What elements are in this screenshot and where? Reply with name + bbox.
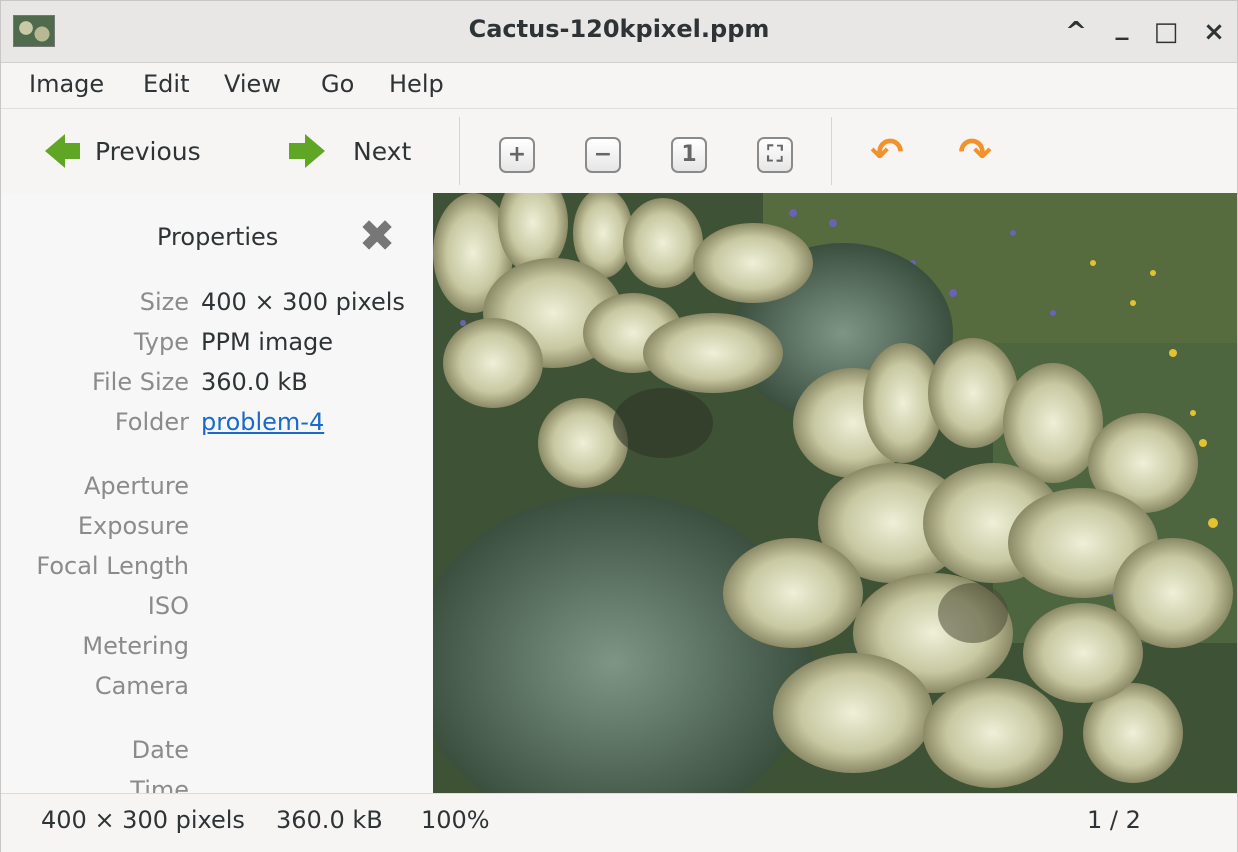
close-window-button[interactable]: × <box>1199 15 1229 49</box>
rotate-right-button[interactable]: ↷ <box>953 129 997 177</box>
minimize-button[interactable]: _ <box>1107 9 1137 43</box>
eog-window: Cactus-120kpixel.ppm ^ _ □ × Image Edit … <box>0 0 1238 852</box>
zoom-in-button[interactable]: + <box>499 137 535 173</box>
menu-help[interactable]: Help <box>385 70 448 98</box>
prop-filesize-value: 360.0 kB <box>201 368 308 396</box>
exif-metering-label: Metering <box>82 632 189 660</box>
exif-camera-label: Camera <box>94 672 189 700</box>
arrow-right-icon <box>289 134 325 168</box>
previous-button[interactable]: Previous <box>45 121 201 181</box>
toolbar: Previous Next + − 1 ⛶ ↶ ↷ <box>1 109 1237 193</box>
maximize-button[interactable]: □ <box>1151 15 1181 49</box>
exif-exposure-label: Exposure <box>77 512 189 540</box>
previous-label: Previous <box>95 136 201 166</box>
next-label: Next <box>353 136 412 166</box>
shade-button[interactable]: ^ <box>1061 15 1091 49</box>
sidebar-title: Properties <box>157 223 279 251</box>
menu-bar: Image Edit View Go Help <box>1 63 1237 109</box>
time-label: Time <box>130 776 189 793</box>
status-filesize: 360.0 kB <box>276 806 383 834</box>
properties-sidebar: Properties ✖ Size 400 × 300 pixels Type … <box>1 193 433 793</box>
exif-aperture-label: Aperture <box>83 472 189 500</box>
exif-focal-length-label: Focal Length <box>36 552 189 580</box>
status-zoom: 100% <box>421 806 490 834</box>
normal-size-button[interactable]: 1 <box>671 137 707 173</box>
arrow-left-icon <box>45 134 80 168</box>
prop-size-value: 400 × 300 pixels <box>201 288 405 316</box>
title-bar[interactable]: Cactus-120kpixel.ppm ^ _ □ × <box>1 1 1237 63</box>
status-bar: 400 × 300 pixels 360.0 kB 100% 1 / 2 <box>1 793 1237 852</box>
menu-image[interactable]: Image <box>25 70 108 98</box>
prop-type-value: PPM image <box>201 328 334 356</box>
toolbar-separator <box>459 117 460 185</box>
date-label: Date <box>131 736 189 764</box>
zoom-out-button[interactable]: − <box>585 137 621 173</box>
menu-edit[interactable]: Edit <box>139 70 193 98</box>
status-image-position: 1 / 2 <box>1087 806 1141 834</box>
status-dimensions: 400 × 300 pixels <box>41 806 245 834</box>
window-title: Cactus-120kpixel.ppm <box>468 15 770 43</box>
image-view[interactable] <box>433 193 1237 793</box>
prop-folder-link[interactable]: problem-4 <box>201 408 324 436</box>
exif-iso-label: ISO <box>147 592 189 620</box>
prop-size-label: Size <box>139 288 189 316</box>
rotate-left-button[interactable]: ↶ <box>865 129 909 177</box>
prop-folder-label: Folder <box>114 408 189 436</box>
close-sidebar-icon[interactable]: ✖ <box>358 215 396 259</box>
cactus-photo <box>433 193 1237 793</box>
next-button[interactable]: Next <box>285 121 411 181</box>
toolbar-separator <box>831 117 832 185</box>
prop-type-label: Type <box>133 328 189 356</box>
best-fit-button[interactable]: ⛶ <box>757 137 793 173</box>
prop-filesize-label: File Size <box>91 368 189 396</box>
menu-view[interactable]: View <box>220 70 285 98</box>
menu-go[interactable]: Go <box>317 70 358 98</box>
